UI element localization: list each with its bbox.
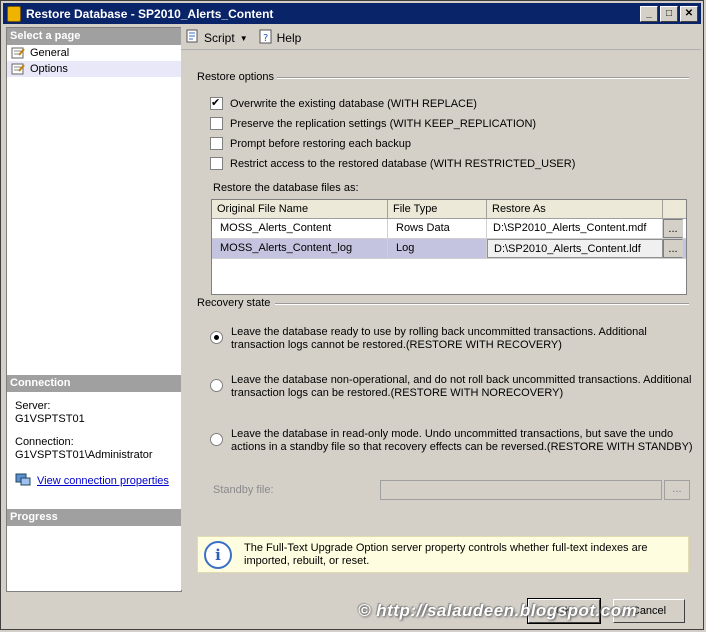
- help-button[interactable]: ? Help: [258, 29, 302, 47]
- standby-option-line1: Leave the database in read-only mode. Un…: [231, 428, 674, 440]
- radio-button[interactable]: [210, 379, 223, 392]
- checkbox-box[interactable]: [210, 157, 223, 170]
- page-general[interactable]: General: [7, 45, 181, 61]
- window-title: Restore Database - SP2010_Alerts_Content: [26, 6, 274, 21]
- chevron-down-icon: ▼: [239, 33, 248, 43]
- col-original-file-name[interactable]: Original File Name: [212, 200, 388, 218]
- checkbox-box[interactable]: [210, 96, 223, 110]
- standby-browse-button[interactable]: ...: [664, 480, 690, 500]
- database-icon: [7, 5, 21, 22]
- page-icon: [11, 63, 25, 75]
- grid-header: Original File Name File Type Restore As: [212, 200, 686, 219]
- server-value: G1VSPTST01: [15, 413, 85, 425]
- standby-file-label: Standby file:: [213, 484, 274, 496]
- table-row[interactable]: MOSS_Alerts_Content_log Log D:\SP2010_Al…: [212, 239, 686, 259]
- connection-properties-icon: [15, 472, 31, 490]
- restore-files-grid: Original File Name File Type Restore As …: [211, 199, 687, 295]
- checkbox-box[interactable]: [210, 117, 223, 130]
- prompt-checkbox[interactable]: Prompt before restoring each backup: [210, 137, 411, 150]
- info-banner: i The Full-Text Upgrade Option server pr…: [197, 536, 689, 573]
- norecovery-option-line2: transaction logs can be restored.(RESTOR…: [231, 387, 564, 399]
- svg-text:?: ?: [263, 33, 268, 44]
- table-row[interactable]: MOSS_Alerts_Content Rows Data D:\SP2010_…: [212, 219, 686, 239]
- maximize-button[interactable]: □: [660, 6, 678, 22]
- recovery-option[interactable]: Leave the database ready to use by rolli…: [210, 326, 647, 352]
- connection-info: Server: G1VSPTST01 Connection: G1VSPTST0…: [7, 396, 177, 494]
- restricted-user-label: Restrict access to the restored database…: [230, 157, 576, 170]
- page-options-label: Options: [30, 63, 68, 75]
- norecovery-option-line1: Leave the database non-operational, and …: [231, 374, 692, 386]
- view-connection-properties-link[interactable]: View connection properties: [37, 475, 169, 488]
- col-file-type[interactable]: File Type: [388, 200, 487, 218]
- page-general-label: General: [30, 47, 70, 59]
- restore-database-dialog: Restore Database - SP2010_Alerts_Content…: [0, 0, 704, 630]
- standby-option[interactable]: Leave the database in read-only mode. Un…: [210, 428, 693, 454]
- info-icon: i: [204, 540, 232, 569]
- connection-header: Connection: [7, 375, 184, 392]
- server-label: Server:: [15, 400, 51, 412]
- recovery-option-line2: transaction logs cannot be restored.(RES…: [231, 339, 562, 351]
- radio-button[interactable]: [210, 433, 223, 446]
- minimize-button[interactable]: _: [640, 6, 658, 22]
- toolbar: Script ▼ ? Help: [181, 27, 701, 50]
- progress-header: Progress: [7, 509, 184, 526]
- standby-file-input[interactable]: [380, 480, 662, 500]
- restricted-user-checkbox[interactable]: Restrict access to the restored database…: [210, 157, 575, 170]
- help-icon: ?: [258, 29, 277, 47]
- standby-option-line2: actions in a standby file so that recove…: [231, 441, 693, 453]
- help-label: Help: [276, 31, 302, 45]
- browse-button[interactable]: ...: [663, 219, 683, 238]
- restore-as-cell[interactable]: D:\SP2010_Alerts_Content.mdf: [487, 219, 663, 238]
- left-pane: Select a page General Options Connection…: [6, 27, 184, 592]
- keep-replication-label: Preserve the replication settings (WITH …: [230, 117, 537, 130]
- overwrite-checkbox[interactable]: Overwrite the existing database (WITH RE…: [210, 96, 477, 110]
- divider: [275, 303, 689, 305]
- recovery-state-title: Recovery state: [197, 297, 271, 309]
- divider: [277, 77, 689, 79]
- original-file-cell: MOSS_Alerts_Content_log: [212, 239, 388, 258]
- script-button[interactable]: Script ▼: [185, 29, 248, 47]
- recovery-option-line1: Leave the database ready to use by rolli…: [231, 326, 647, 338]
- checkbox-box[interactable]: [210, 137, 223, 150]
- page-options[interactable]: Options: [7, 61, 181, 77]
- page-icon: [11, 47, 25, 59]
- radio-button[interactable]: [210, 331, 223, 344]
- keep-replication-checkbox[interactable]: Preserve the replication settings (WITH …: [210, 117, 536, 130]
- restore-files-label: Restore the database files as:: [213, 182, 359, 194]
- watermark: © http://salaudeen.blogspot.com: [358, 601, 638, 620]
- file-type-cell: Log: [388, 239, 487, 258]
- connection-label: Connection:: [15, 436, 74, 448]
- restore-as-cell[interactable]: D:\SP2010_Alerts_Content.ldf: [487, 239, 663, 258]
- connection-value: G1VSPTST01\Administrator: [15, 449, 153, 461]
- restore-options-title: Restore options: [197, 71, 275, 83]
- browse-button[interactable]: ...: [663, 239, 683, 258]
- overwrite-label: Overwrite the existing database (WITH RE…: [230, 97, 477, 110]
- norecovery-option[interactable]: Leave the database non-operational, and …: [210, 374, 691, 400]
- info-text: The Full-Text Upgrade Option server prop…: [244, 541, 648, 567]
- prompt-label: Prompt before restoring each backup: [230, 137, 411, 150]
- original-file-cell: MOSS_Alerts_Content: [212, 219, 388, 238]
- script-icon: [185, 29, 204, 47]
- close-button[interactable]: ✕: [680, 6, 698, 22]
- file-type-cell: Rows Data: [388, 219, 487, 238]
- title-bar[interactable]: Restore Database - SP2010_Alerts_Content…: [3, 3, 701, 24]
- select-page-header: Select a page: [7, 28, 181, 45]
- script-label: Script: [204, 31, 235, 45]
- col-restore-as[interactable]: Restore As: [487, 200, 663, 218]
